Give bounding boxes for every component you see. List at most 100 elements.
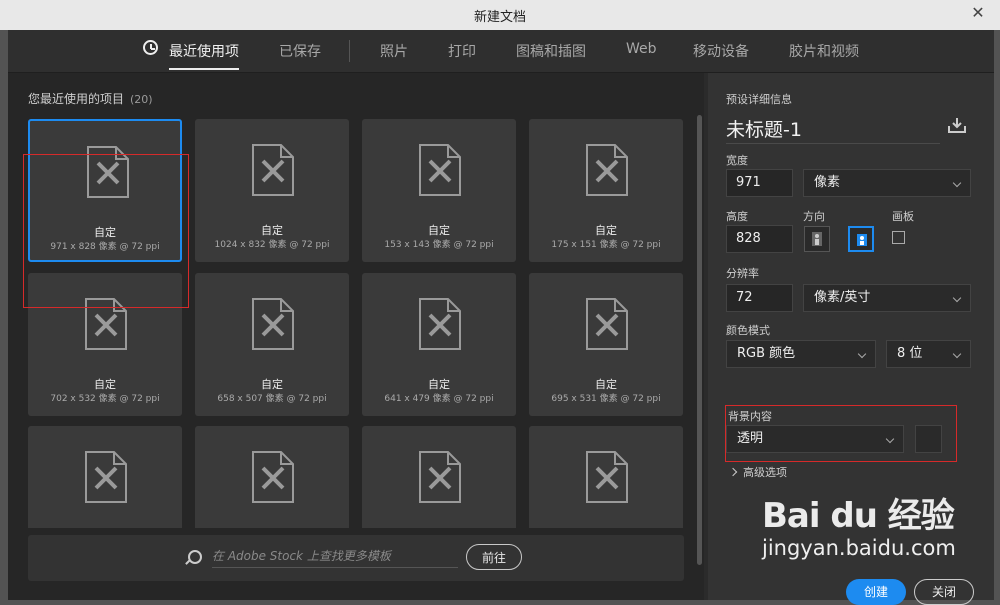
recent-item-name: 自定 xyxy=(595,378,617,391)
recent-item[interactable] xyxy=(28,426,182,528)
color-mode-label: 颜色模式 xyxy=(726,324,770,337)
document-icon xyxy=(85,298,127,350)
resolution-unit-select[interactable]: 像素/英寸 xyxy=(803,284,971,312)
recent-item[interactable] xyxy=(195,426,349,528)
recent-item-info: 641 x 479 像素 @ 72 ppi xyxy=(384,394,494,404)
document-icon xyxy=(586,144,628,196)
tab-saved[interactable]: 已保存 xyxy=(279,41,321,61)
recent-item-name: 自定 xyxy=(261,378,283,391)
go-button[interactable]: 前往 xyxy=(466,544,522,570)
chevron-down-icon xyxy=(885,434,895,444)
background-value: 透明 xyxy=(737,431,764,446)
background-color-swatch[interactable] xyxy=(915,425,942,453)
resolution-input[interactable]: 72 xyxy=(726,284,793,312)
portrait-person-icon xyxy=(812,232,822,246)
orientation-label: 方向 xyxy=(803,210,825,223)
tab-photo[interactable]: 照片 xyxy=(380,41,408,61)
preset-details-panel: 预设详细信息 未标题-1 宽度 971 像素 高度 方向 画板 828 分辨率 … xyxy=(708,73,994,605)
background-select[interactable]: 透明 xyxy=(726,425,904,453)
landscape-button[interactable] xyxy=(848,226,874,252)
recent-item[interactable] xyxy=(362,426,516,528)
recent-item-info: 658 x 507 像素 @ 72 ppi xyxy=(217,394,327,404)
recent-item[interactable]: 自定 641 x 479 像素 @ 72 ppi xyxy=(362,273,516,416)
document-icon xyxy=(252,144,294,196)
recent-item-name: 自定 xyxy=(94,226,116,239)
document-icon xyxy=(252,298,294,350)
recent-item-info: 695 x 531 像素 @ 72 ppi xyxy=(551,394,661,404)
stock-search-bar: 前往 xyxy=(28,535,684,581)
recent-item[interactable]: 自定 971 x 828 像素 @ 72 ppi xyxy=(28,119,182,262)
grid-scrollbar[interactable] xyxy=(697,115,702,565)
chevron-down-icon xyxy=(952,349,962,359)
tab-recent[interactable]: 最近使用项 xyxy=(169,41,239,61)
bit-depth-select[interactable]: 8 位 xyxy=(886,340,971,368)
recent-item[interactable]: 自定 1024 x 832 像素 @ 72 ppi xyxy=(195,119,349,262)
background-label: 背景内容 xyxy=(728,410,772,423)
recent-section-title: 您最近使用的项目 (20) xyxy=(28,90,153,107)
color-mode-select[interactable]: RGB 颜色 xyxy=(726,340,876,368)
advanced-options-toggle[interactable]: 高级选项 xyxy=(728,464,787,480)
tab-print[interactable]: 打印 xyxy=(448,41,476,61)
resolution-unit-value: 像素/英寸 xyxy=(814,290,871,305)
bit-depth-value: 8 位 xyxy=(897,346,923,361)
recent-item[interactable]: 自定 153 x 143 像素 @ 72 ppi xyxy=(362,119,516,262)
portrait-button[interactable] xyxy=(804,226,830,252)
height-input[interactable]: 828 xyxy=(726,225,793,253)
chevron-right-icon xyxy=(728,467,738,477)
preset-section-label: 预设详细信息 xyxy=(726,93,792,106)
resolution-label: 分辨率 xyxy=(726,267,759,280)
recent-item-info: 702 x 532 像素 @ 72 ppi xyxy=(50,394,160,404)
recent-count: (20) xyxy=(130,93,153,106)
document-name-field[interactable]: 未标题-1 xyxy=(726,115,802,142)
recent-item-info: 153 x 143 像素 @ 72 ppi xyxy=(384,240,494,250)
chevron-down-icon xyxy=(952,293,962,303)
category-tabs: 最近使用项 已保存 照片 打印 图稿和插图 Web 移动设备 胶片和视频 xyxy=(8,30,994,73)
save-preset-icon[interactable] xyxy=(948,117,966,133)
recent-item[interactable]: 自定 702 x 532 像素 @ 72 ppi xyxy=(28,273,182,416)
window-titlebar: 新建文档 ✕ xyxy=(0,0,1000,30)
document-icon xyxy=(419,451,461,503)
tab-art-illustration[interactable]: 图稿和插图 xyxy=(516,41,586,61)
recent-item-name: 自定 xyxy=(595,224,617,237)
recent-item-info: 1024 x 832 像素 @ 72 ppi xyxy=(214,240,330,250)
recent-item-name: 自定 xyxy=(428,224,450,237)
recent-item[interactable] xyxy=(529,426,683,528)
artboard-checkbox[interactable] xyxy=(892,231,905,244)
recent-item-name: 自定 xyxy=(428,378,450,391)
search-icon xyxy=(188,550,202,564)
document-icon xyxy=(419,144,461,196)
recent-item[interactable]: 自定 658 x 507 像素 @ 72 ppi xyxy=(195,273,349,416)
chevron-down-icon xyxy=(857,349,867,359)
recent-panel: 您最近使用的项目 (20) 自定 971 x 828 像素 @ 72 ppi 自定… xyxy=(8,73,704,600)
artboard-label: 画板 xyxy=(892,210,914,223)
tab-film-video[interactable]: 胶片和视频 xyxy=(789,41,859,61)
width-input[interactable]: 971 xyxy=(726,169,793,197)
window-title: 新建文档 xyxy=(473,10,526,25)
recent-item[interactable]: 自定 695 x 531 像素 @ 72 ppi xyxy=(529,273,683,416)
height-label: 高度 xyxy=(726,210,748,223)
active-tab-indicator xyxy=(169,68,239,70)
document-icon xyxy=(252,451,294,503)
clock-icon xyxy=(143,40,158,55)
document-icon xyxy=(586,298,628,350)
recent-item-name: 自定 xyxy=(94,378,116,391)
recent-grid: 自定 971 x 828 像素 @ 72 ppi 自定 1024 x 832 像… xyxy=(28,119,684,528)
create-button[interactable]: 创建 xyxy=(846,579,906,605)
close-button[interactable]: 关闭 xyxy=(914,579,974,605)
chevron-down-icon xyxy=(952,178,962,188)
width-label: 宽度 xyxy=(726,154,748,167)
landscape-person-icon xyxy=(857,234,867,246)
recent-item[interactable]: 自定 175 x 151 像素 @ 72 ppi xyxy=(529,119,683,262)
stock-search-input[interactable] xyxy=(212,545,458,568)
recent-item-info: 971 x 828 像素 @ 72 ppi xyxy=(50,242,160,252)
recent-title-text: 您最近使用的项目 xyxy=(28,92,125,106)
width-unit-select[interactable]: 像素 xyxy=(803,169,971,197)
advanced-options-label: 高级选项 xyxy=(743,466,787,479)
tab-mobile[interactable]: 移动设备 xyxy=(693,41,749,61)
recent-item-name: 自定 xyxy=(261,224,283,237)
tab-web[interactable]: Web xyxy=(626,41,657,57)
color-mode-value: RGB 颜色 xyxy=(737,346,796,361)
document-icon xyxy=(586,451,628,503)
document-icon xyxy=(85,451,127,503)
window-close-button[interactable]: ✕ xyxy=(965,2,991,24)
